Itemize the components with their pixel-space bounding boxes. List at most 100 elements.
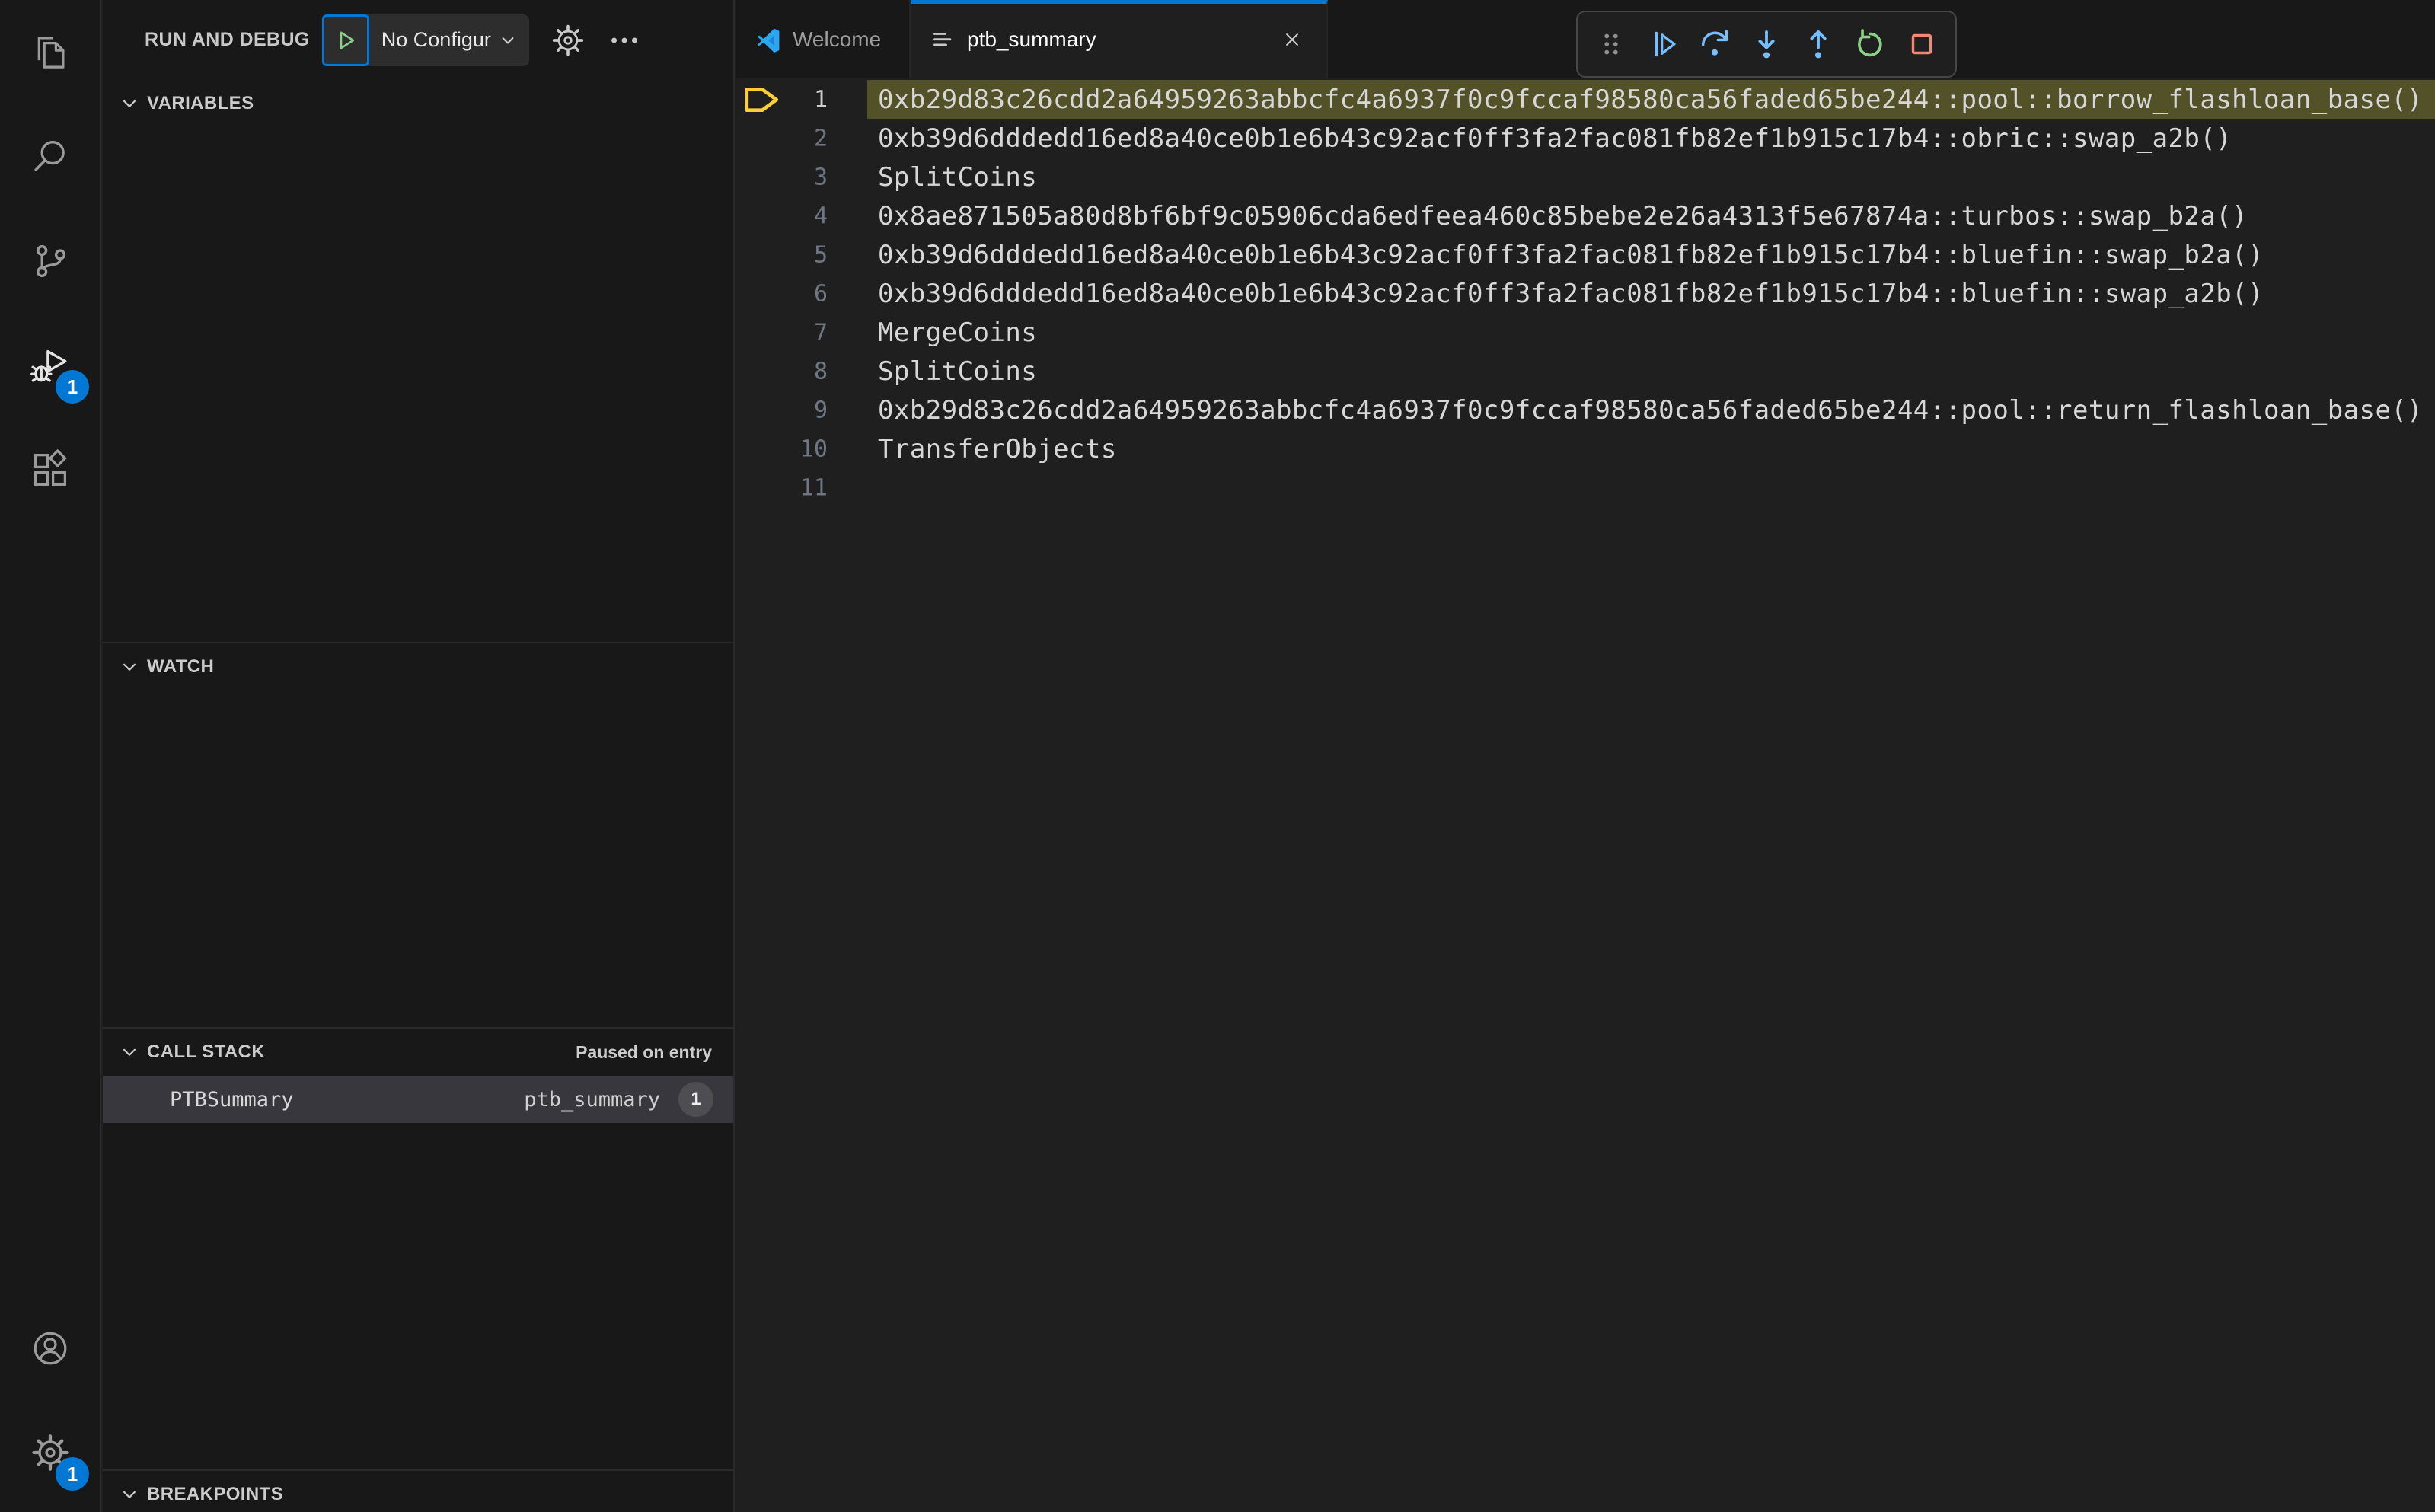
activity-item-run-and-debug[interactable]: 1 <box>0 313 100 417</box>
search-icon <box>34 140 65 171</box>
code-line[interactable]: 1 0xb29d83c26cdd2a64959263abbcfc4a6937f0c… <box>736 80 2435 119</box>
panel-title: RUN AND DEBUG <box>145 29 310 50</box>
debug-config-dropdown[interactable]: No Configur <box>365 14 529 66</box>
step-over-button[interactable] <box>1689 15 1741 73</box>
chevron-down-icon <box>502 37 514 44</box>
watch-section-header[interactable]: WATCH <box>103 643 733 691</box>
code-line[interactable]: 8 SplitCoins <box>736 352 2435 391</box>
chevron-down-icon <box>123 1491 136 1498</box>
code-line[interactable]: 5 0xb39d6dddedd16ed8a40ce0b1e6b43c92acf0f… <box>736 235 2435 274</box>
variables-section-header[interactable]: VARIABLES <box>103 80 733 127</box>
stop-button[interactable] <box>1896 15 1948 73</box>
call-stack-section: CALL STACK Paused on entry PTBSummary pt… <box>103 1027 733 1469</box>
activity-item-extensions[interactable] <box>0 417 100 522</box>
code-line-text: 0xb29d83c26cdd2a64959263abbcfc4a6937f0c9… <box>878 84 2424 115</box>
editor-group: Welcome ptb_summary 1 0xb29d83c26cdd2a64… <box>736 0 2435 1512</box>
variables-section-label: VARIABLES <box>147 93 254 113</box>
code-area: 1 0xb29d83c26cdd2a64959263abbcfc4a6937f0c… <box>736 78 2435 507</box>
line-number: 6 <box>813 280 828 307</box>
variables-section: VARIABLES <box>103 80 733 642</box>
breakpoints-section-label: BREAKPOINTS <box>147 1484 284 1504</box>
debug-settings-button[interactable] <box>551 23 586 58</box>
line-number: 11 <box>799 474 828 501</box>
code-line[interactable]: 3 SplitCoins <box>736 158 2435 196</box>
frame-source: ptb_summary <box>524 1087 660 1112</box>
grip-dots-icon <box>1604 33 1618 55</box>
activity-item-search[interactable] <box>0 104 100 209</box>
chevron-down-icon <box>123 663 136 671</box>
source-control-icon <box>36 244 65 277</box>
breakpoints-section-header[interactable]: BREAKPOINTS <box>103 1471 733 1512</box>
play-icon <box>340 31 354 49</box>
line-number: 2 <box>813 125 828 152</box>
extensions-icon <box>34 448 67 486</box>
pause-reason-status: Paused on entry <box>576 1041 712 1062</box>
views-more-actions-button[interactable] <box>607 23 642 58</box>
frame-badge: 1 <box>678 1082 713 1117</box>
breakpoints-section: BREAKPOINTS <box>103 1469 733 1512</box>
code-line[interactable]: 9 0xb29d83c26cdd2a64959263abbcfc4a6937f0c… <box>736 391 2435 429</box>
code-line[interactable]: 10 TransferObjects <box>736 429 2435 468</box>
code-line-text: SplitCoins <box>878 356 1038 387</box>
line-number: 10 <box>799 435 828 462</box>
step-into-icon <box>1758 30 1775 59</box>
line-number: 4 <box>813 203 828 229</box>
vscode-logo-icon <box>757 28 780 53</box>
tab-ptb-summary[interactable]: ptb_summary <box>911 0 1328 78</box>
step-into-button[interactable] <box>1741 15 1792 73</box>
code-line-text: 0xb39d6dddedd16ed8a40ce0b1e6b43c92acf0ff… <box>878 239 2264 270</box>
list-file-icon <box>933 32 952 46</box>
restart-icon <box>1858 29 1882 57</box>
line-number: 7 <box>813 319 828 346</box>
restart-button[interactable] <box>1844 15 1896 73</box>
code-line-text: 0xb29d83c26cdd2a64959263abbcfc4a6937f0c9… <box>878 394 2424 426</box>
run-and-debug-sidebar: RUN AND DEBUG No Configur VARIABLES WATC… <box>103 0 735 1512</box>
tab-welcome[interactable]: Welcome <box>736 0 911 78</box>
code-line[interactable]: 11 <box>736 468 2435 507</box>
close-tab-button[interactable] <box>1276 24 1308 56</box>
call-stack-section-header[interactable]: CALL STACK Paused on entry <box>103 1029 733 1076</box>
call-stack-section-label: CALL STACK <box>147 1041 266 1062</box>
line-number: 1 <box>813 86 828 113</box>
activity-item-accounts[interactable] <box>0 1296 100 1400</box>
activity-item-settings[interactable]: 1 <box>0 1400 100 1504</box>
code-line[interactable]: 2 0xb39d6dddedd16ed8a40ce0b1e6b43c92acf0f… <box>736 119 2435 158</box>
code-line[interactable]: 7 MergeCoins <box>736 313 2435 352</box>
activity-bar: 1 1 <box>0 0 101 1512</box>
debug-start-control: No Configur <box>321 14 529 66</box>
activity-item-explorer[interactable] <box>0 0 100 104</box>
code-line-text: SplitCoins <box>878 161 1038 193</box>
code-line[interactable]: 4 0x8ae871505a80d8bf6bf9c05906cda6edfeea4… <box>736 196 2435 235</box>
line-number: 3 <box>813 164 828 190</box>
chevron-down-icon <box>123 100 136 107</box>
tab-ptb-summary-label: ptb_summary <box>967 27 1096 51</box>
editor[interactable]: 1 0xb29d83c26cdd2a64959263abbcfc4a6937f0c… <box>736 78 2435 1512</box>
code-line-text: 0xb39d6dddedd16ed8a40ce0b1e6b43c92acf0ff… <box>878 278 2264 309</box>
debug-count-badge: 1 <box>56 370 89 404</box>
sidebar-header: RUN AND DEBUG No Configur <box>103 0 733 80</box>
line-number: 8 <box>813 358 828 384</box>
start-debugging-button[interactable] <box>321 14 369 66</box>
step-out-button[interactable] <box>1792 15 1844 73</box>
debug-toolbar <box>1576 11 1957 78</box>
watch-section: WATCH <box>103 642 733 1027</box>
watch-section-label: WATCH <box>147 656 215 677</box>
continue-button[interactable] <box>1637 15 1689 73</box>
continue-icon <box>1655 31 1676 57</box>
account-icon <box>34 1332 66 1364</box>
activity-bar-bottom: 1 <box>0 1296 100 1512</box>
gear-icon <box>552 24 584 56</box>
tab-welcome-label: Welcome <box>793 27 882 51</box>
line-number: 9 <box>813 397 828 423</box>
toolbar-drag-handle[interactable] <box>1585 15 1637 73</box>
call-stack-frame[interactable]: PTBSummary ptb_summary 1 <box>103 1076 733 1123</box>
code-line-text: MergeCoins <box>878 317 1038 348</box>
vscode-window: 1 1 RUN AND DEBUG No Configur VARIABLES … <box>0 0 2435 1512</box>
ellipsis-icon <box>611 37 637 43</box>
tab-bar: Welcome ptb_summary <box>736 0 2435 78</box>
code-line[interactable]: 6 0xb39d6dddedd16ed8a40ce0b1e6b43c92acf0f… <box>736 274 2435 313</box>
files-icon <box>37 36 65 69</box>
stop-icon <box>1911 33 1932 55</box>
line-number: 5 <box>813 241 828 268</box>
activity-item-source-control[interactable] <box>0 209 100 313</box>
